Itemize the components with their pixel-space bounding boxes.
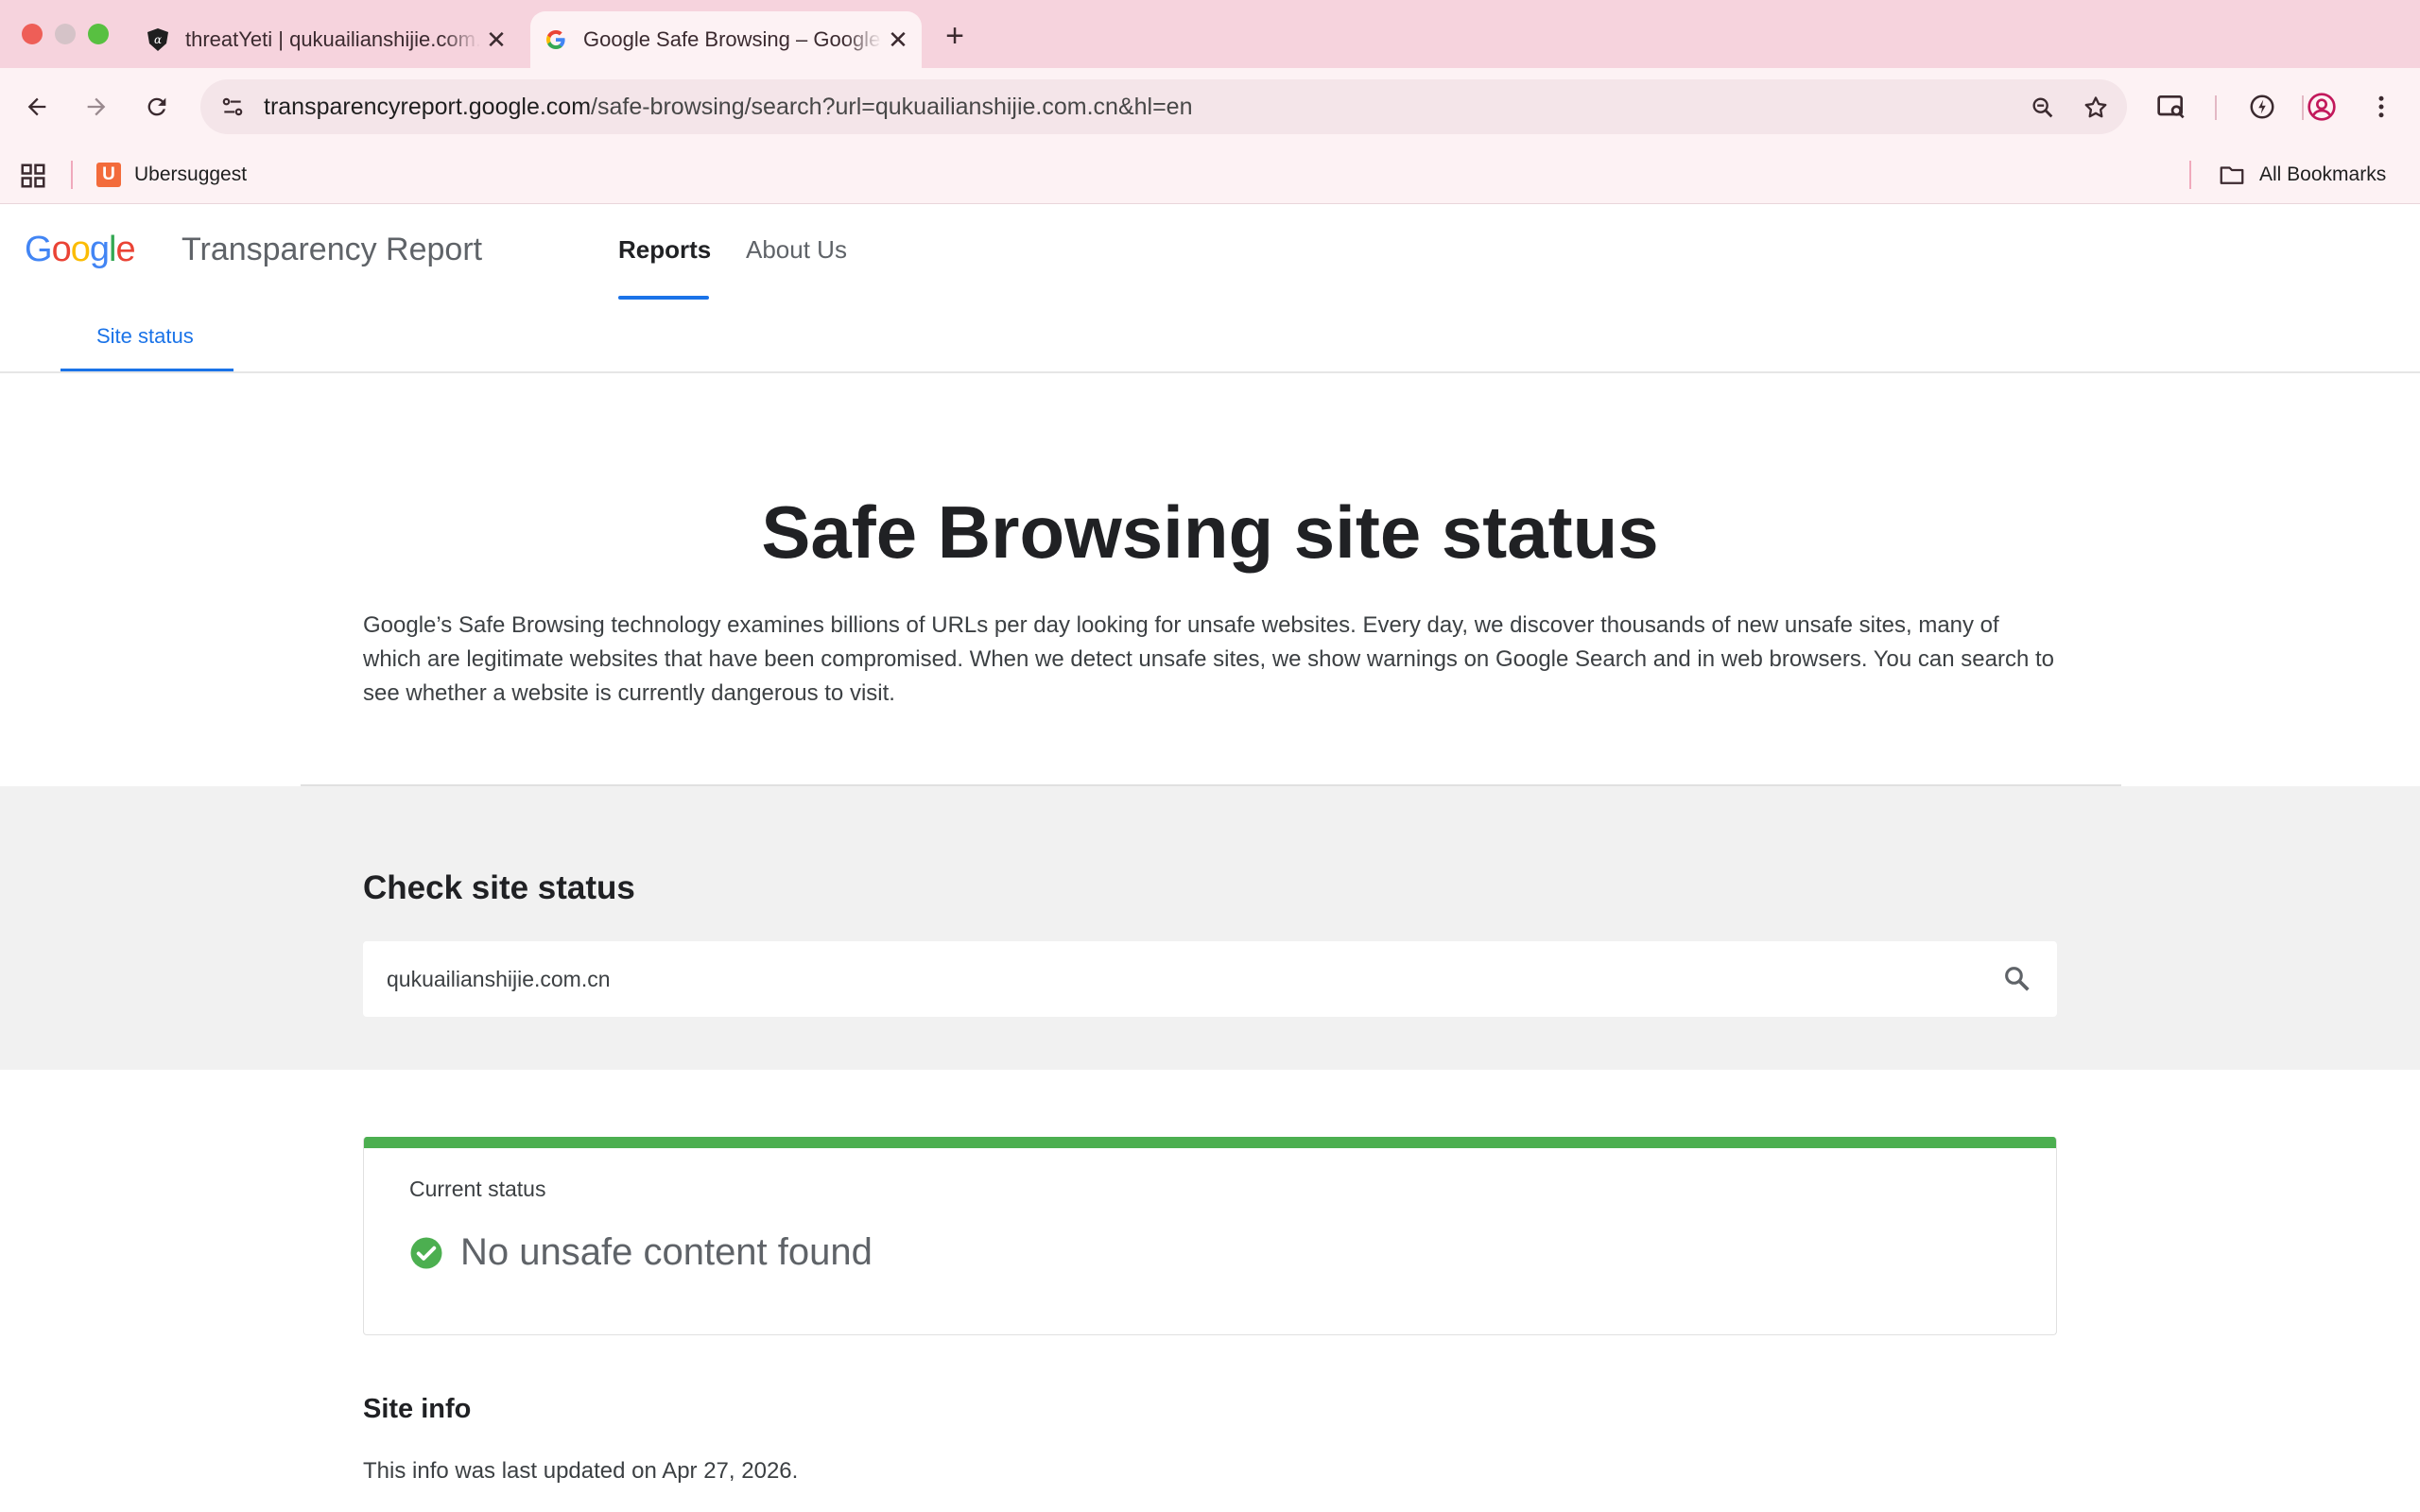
nav-active-indicator: [618, 296, 709, 300]
threatyeti-favicon-icon: α: [144, 26, 172, 54]
url-text[interactable]: transparencyreport.google.com/safe-brows…: [264, 94, 1193, 121]
close-tab-icon[interactable]: ✕: [882, 24, 914, 56]
logo-letter: g: [89, 230, 110, 269]
profile-avatar-icon[interactable]: [2302, 87, 2342, 127]
logo-letter: o: [51, 230, 72, 269]
status-result-text: No unsafe content found: [460, 1231, 873, 1273]
nav-about-us[interactable]: About Us: [746, 235, 847, 265]
maximize-window-button[interactable]: [88, 24, 109, 44]
reload-icon: [147, 97, 166, 116]
search-value[interactable]: qukuailianshijie.com.cn: [387, 967, 611, 992]
logo-letter: o: [70, 230, 91, 269]
close-window-button[interactable]: [22, 24, 43, 44]
search-icon: [2005, 967, 2030, 991]
google-favicon-icon: [542, 26, 570, 54]
product-title[interactable]: Transparency Report: [182, 232, 482, 268]
bookmarks-divider: [2189, 161, 2191, 189]
search-button[interactable]: [1998, 960, 2036, 998]
status-card: Current status No unsafe content found: [363, 1137, 2057, 1335]
url-path: /safe-browsing/search?url=qukuailianshij…: [591, 94, 1193, 120]
back-button[interactable]: [17, 87, 57, 127]
tab-strip: α threatYeti | qukuailianshijie.com.cn ✕…: [0, 0, 2420, 68]
forward-button[interactable]: [77, 87, 116, 127]
site-info-updated: This info was last updated on Apr 27, 20…: [363, 1458, 799, 1484]
nav-reports[interactable]: Reports: [618, 235, 711, 265]
status-result: No unsafe content found: [409, 1231, 873, 1274]
google-logo[interactable]: Google: [25, 230, 136, 270]
svg-text:α: α: [154, 33, 162, 46]
media-search-icon[interactable]: [2152, 87, 2191, 127]
browser-menu-icon[interactable]: [2361, 87, 2401, 127]
apps-grid-icon[interactable]: [19, 162, 47, 190]
extension-icon[interactable]: [2242, 87, 2282, 127]
minimize-window-button[interactable]: [55, 24, 76, 44]
site-search-input[interactable]: qukuailianshijie.com.cn: [363, 941, 2057, 1017]
site-header: Google Transparency Report Reports About…: [0, 205, 2420, 373]
check-section-title: Check site status: [363, 869, 635, 906]
bookmarks-bar: U Ubersuggest All Bookmarks: [0, 146, 2420, 204]
subnav-active-indicator: [60, 369, 233, 371]
logo-letter: e: [115, 230, 135, 269]
bookmark-ubersuggest[interactable]: U Ubersuggest: [96, 159, 247, 191]
bookmarks-divider: [71, 161, 73, 189]
status-label: Current status: [409, 1177, 546, 1201]
all-bookmarks-label: All Bookmarks: [2259, 163, 2387, 185]
tab-title: Google Safe Browsing – Google Transparen…: [583, 27, 882, 52]
tab-site-status[interactable]: Site status: [96, 324, 194, 349]
folder-icon: [2220, 166, 2244, 184]
page-description: Google’s Safe Browsing technology examin…: [363, 612, 2054, 706]
site-settings-icon[interactable]: [217, 92, 248, 122]
zoom-icon[interactable]: [2027, 92, 2059, 124]
ubersuggest-logo-icon: U: [96, 163, 121, 187]
toolbar-divider: [2215, 95, 2217, 120]
status-color-bar: [364, 1137, 2056, 1148]
browser-toolbar: transparencyreport.google.com/safe-brows…: [0, 68, 2420, 146]
close-tab-icon[interactable]: ✕: [480, 24, 512, 56]
tab-google-safe-browsing[interactable]: Google Safe Browsing – Google Transparen…: [530, 11, 922, 68]
page-title: Safe Browsing site status: [761, 490, 1659, 574]
bookmark-star-icon[interactable]: [2080, 92, 2112, 124]
check-circle-icon: [410, 1237, 442, 1268]
reload-button[interactable]: [137, 87, 177, 127]
url-domain: transparencyreport.google.com: [264, 94, 592, 120]
tab-title: threatYeti | qukuailianshijie.com.cn: [185, 27, 480, 52]
arrow-right-icon: [87, 97, 106, 116]
bookmark-label: Ubersuggest: [134, 163, 248, 185]
tab-threatyeti[interactable]: α threatYeti | qukuailianshijie.com.cn ✕: [132, 11, 520, 68]
check-site-status-section: Check site status qukuailianshijie.com.c…: [0, 786, 2420, 1070]
logo-letter: G: [25, 230, 53, 269]
arrow-left-icon: [27, 97, 46, 116]
new-tab-button[interactable]: +: [936, 17, 974, 55]
all-bookmarks-button[interactable]: All Bookmarks: [2218, 159, 2386, 191]
site-info-title: Site info: [363, 1394, 472, 1424]
address-bar[interactable]: transparencyreport.google.com/safe-brows…: [200, 79, 2127, 134]
